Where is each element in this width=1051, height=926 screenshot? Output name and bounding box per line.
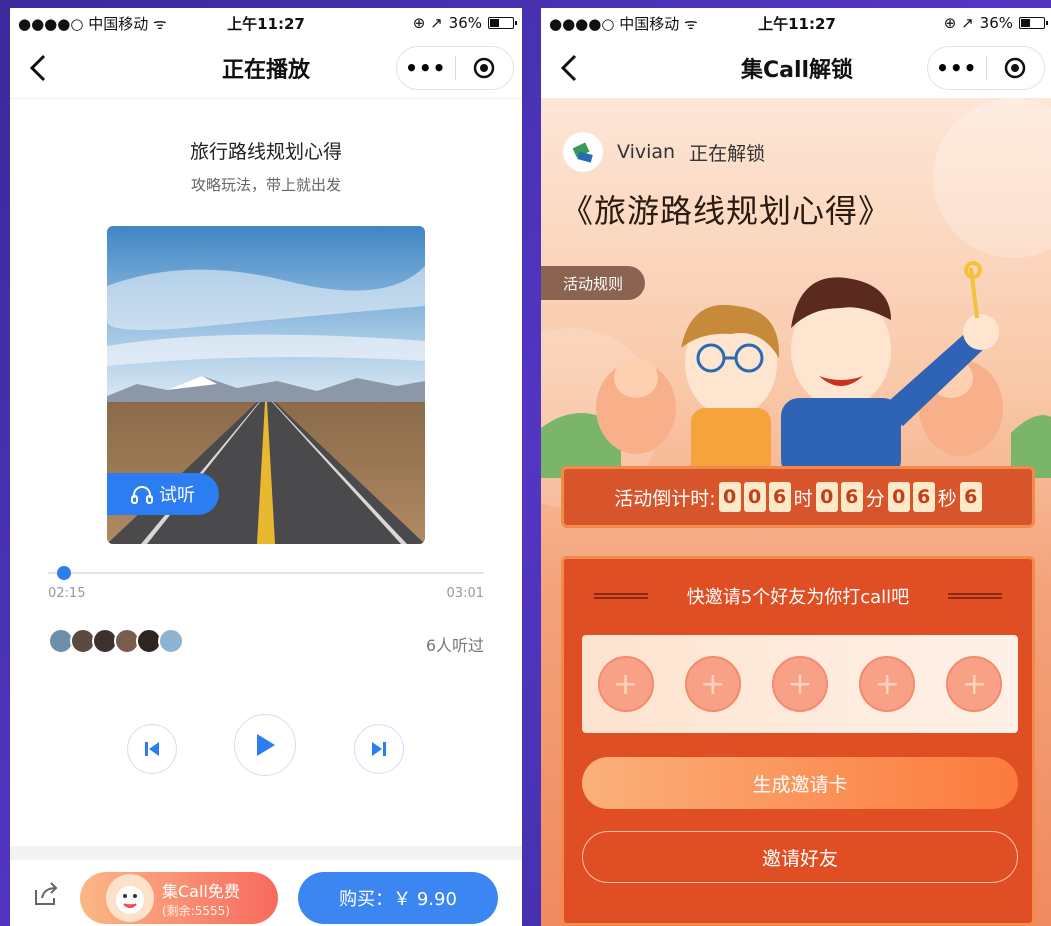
generate-invite-card-button[interactable]: 生成邀请卡 [582, 757, 1018, 809]
buy-button[interactable]: 购买：￥ 9.90 [298, 872, 498, 924]
track-title: 旅行路线规划心得 [189, 141, 342, 163]
nav-bar: 集Call解锁 ••• [541, 38, 1051, 98]
location-icon: ⊕ ↗ [412, 14, 443, 32]
countdown-digit: 0 [815, 482, 838, 512]
next-button[interactable] [354, 724, 404, 774]
add-friend-slot[interactable]: + [771, 656, 828, 712]
close-target-icon[interactable] [456, 56, 514, 80]
listener-avatars [48, 628, 184, 654]
countdown-digit: 0 [887, 482, 910, 512]
page-title: 集Call解锁 [740, 58, 854, 83]
total-time: 03:01 [446, 586, 484, 601]
add-friend-slot[interactable]: + [597, 656, 654, 712]
free-title: 集Call免费 [162, 881, 240, 901]
nav-divider [10, 98, 522, 99]
trial-label: 试听 [159, 485, 195, 506]
previous-button[interactable] [127, 724, 177, 774]
battery-icon [488, 17, 517, 29]
carrier-signal: ●●●●○ 中国移动 ᯤ [549, 14, 698, 33]
play-button[interactable] [234, 714, 296, 776]
status-right: ⊕ ↗ 36% [943, 14, 1048, 32]
play-icon [257, 734, 275, 756]
unit-hour: 时 [793, 487, 813, 510]
book-title: 《旅游路线规划心得》 [561, 192, 892, 230]
more-icon[interactable]: ••• [928, 56, 986, 80]
invite-heading-row: 快邀请5个好友为你打call吧 [564, 583, 1032, 609]
progress-bar[interactable] [48, 566, 484, 580]
invite-friends-button[interactable]: 邀请好友 [582, 831, 1018, 883]
invite-heading: 快邀请5个好友为你打call吧 [686, 587, 910, 608]
add-friend-slot[interactable]: + [859, 656, 916, 712]
unit-minute: 分 [865, 487, 885, 510]
heading-deco-bar [594, 593, 648, 599]
countdown-digit: 6 [840, 482, 863, 512]
activity-rules-tag[interactable]: 活动规则 [541, 266, 645, 300]
back-icon[interactable] [555, 52, 585, 84]
battery-percent: 36% [448, 14, 482, 32]
back-icon[interactable] [24, 52, 54, 84]
countdown-digit: 0 [718, 482, 741, 512]
listener-count: 6人听过 [425, 636, 484, 655]
skip-back-icon [145, 742, 159, 756]
status-bar: ●●●●○ 中国移动 ᯤ 上午11:27 ⊕ ↗ 36% [541, 8, 1051, 38]
mascot-avatar [106, 874, 154, 922]
countdown-panel: 活动倒计时: 0 0 6 时 0 6 分 0 6 秒 6 [561, 466, 1035, 528]
bottom-action-bar: 集Call免费 (剩余:5555) 购买：￥ 9.90 [10, 860, 522, 926]
avatar [158, 628, 184, 654]
status-bar: ●●●●○ 中国移动 ᯤ 上午11:27 ⊕ ↗ 36% [10, 8, 522, 38]
location-icon: ⊕ ↗ [943, 14, 974, 32]
user-name: Vivian [617, 141, 676, 163]
add-friend-slot[interactable]: + [684, 656, 741, 712]
user-action: 正在解锁 [689, 142, 766, 165]
heading-deco-bar [948, 593, 1002, 599]
headphones-icon [131, 486, 153, 504]
user-avatar [563, 132, 603, 172]
nav-bar: 正在播放 ••• [10, 38, 522, 98]
share-icon[interactable] [32, 880, 60, 908]
mini-program-capsule: ••• [927, 46, 1045, 90]
battery-icon [1019, 17, 1048, 29]
skip-forward-icon [372, 742, 386, 756]
countdown-digit: 6 [959, 482, 982, 512]
progress-knob[interactable] [56, 566, 71, 580]
battery-percent: 36% [979, 14, 1013, 32]
countdown-digit: 0 [743, 482, 766, 512]
unit-second: 秒 [937, 487, 957, 510]
status-time: 上午11:27 [758, 14, 836, 33]
section-gap [10, 846, 522, 860]
friend-slots: + + + + + [582, 635, 1018, 733]
carrier-signal: ●●●●○ 中国移动 ᯤ [18, 14, 167, 33]
more-icon[interactable]: ••• [397, 56, 455, 80]
current-time: 02:15 [48, 586, 86, 601]
invite-panel: 快邀请5个好友为你打call吧 + + + + + 生成邀请卡 邀请好友 [561, 556, 1035, 926]
track-subtitle: 攻略玩法，带上就出发 [190, 176, 341, 194]
free-remaining: (剩余:5555) [162, 903, 230, 918]
collect-call-free-button[interactable]: 集Call免费 (剩余:5555) [80, 872, 278, 924]
countdown-digit: 6 [912, 482, 935, 512]
mini-program-capsule: ••• [396, 46, 514, 90]
status-time: 上午11:27 [227, 14, 305, 33]
countdown-label: 活动倒计时: [614, 487, 716, 510]
close-target-icon[interactable] [987, 56, 1045, 80]
add-friend-slot[interactable]: + [946, 656, 1003, 712]
unlock-screen: ●●●●○ 中国移动 ᯤ 上午11:27 ⊕ ↗ 36% 集Call解锁 •••… [541, 8, 1051, 926]
page-title: 正在播放 [221, 58, 310, 83]
player-screen: ●●●●○ 中国移动 ᯤ 上午11:27 ⊕ ↗ 36% 正在播放 ••• 旅行… [10, 8, 522, 926]
countdown-digit: 6 [768, 482, 791, 512]
trial-listen-button[interactable]: 试听 [107, 473, 219, 515]
user-info: Vivian 正在解锁 [563, 132, 765, 172]
status-right: ⊕ ↗ 36% [412, 14, 517, 32]
